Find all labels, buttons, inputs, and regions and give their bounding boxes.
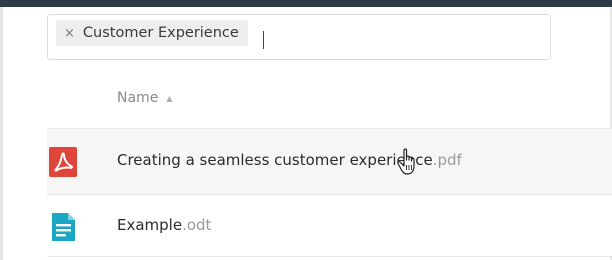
- file-row[interactable]: Creating a seamless customer experience.…: [47, 129, 612, 195]
- tag-label: Customer Experience: [82, 25, 239, 41]
- file-base-name: Creating a seamless customer experience: [117, 151, 433, 169]
- file-base-name: Example: [117, 216, 183, 234]
- file-extension: .odt: [182, 216, 212, 234]
- sort-ascending-icon[interactable]: ▲: [166, 94, 172, 103]
- text-caret: [263, 31, 264, 49]
- left-border: [0, 7, 3, 260]
- tag-filter-input[interactable]: × Customer Experience: [47, 14, 551, 60]
- file-list-header: Name ▲: [47, 70, 612, 129]
- tag-chip: × Customer Experience: [56, 20, 248, 46]
- pdf-icon: [49, 147, 77, 177]
- file-extension: .pdf: [432, 151, 462, 169]
- hand-pointer-cursor-icon: [397, 148, 415, 175]
- name-column-label: Name: [117, 90, 159, 106]
- file-row[interactable]: Example.odt: [47, 195, 612, 257]
- document-icon: [52, 213, 75, 241]
- file-name[interactable]: Example.odt: [117, 216, 211, 234]
- name-column-header[interactable]: Name ▲: [117, 90, 172, 106]
- top-bar: [0, 0, 612, 7]
- remove-tag-icon[interactable]: ×: [64, 27, 75, 40]
